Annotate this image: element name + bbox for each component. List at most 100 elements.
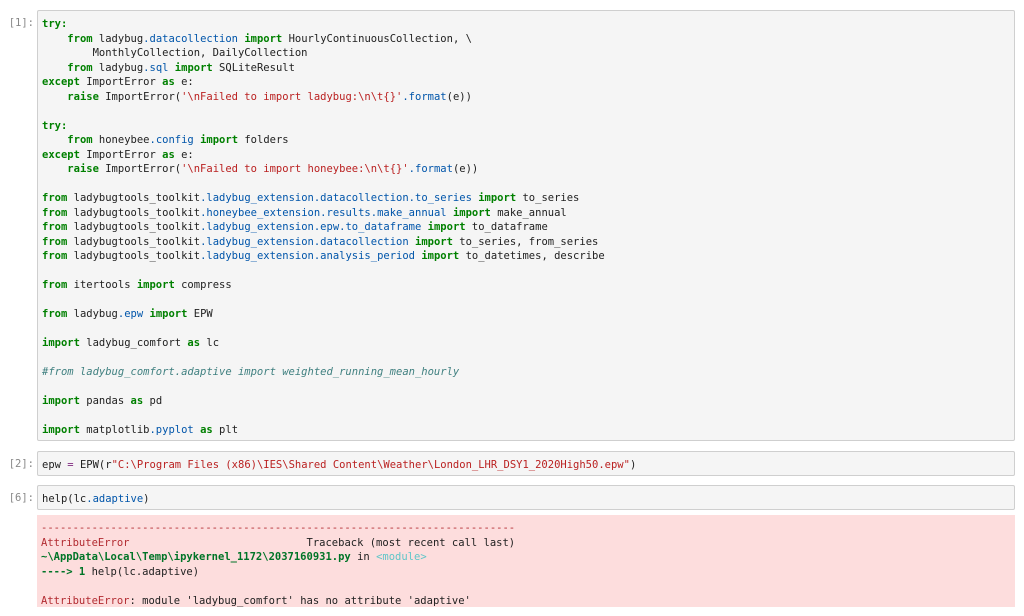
code-token: import xyxy=(149,308,188,320)
code-token: ) xyxy=(143,493,150,505)
code-line: from ladybug.datacollection import Hourl… xyxy=(42,32,1014,47)
code-token: import xyxy=(136,279,175,291)
code-token: from xyxy=(42,192,68,204)
code-token: ladybugtools_toolkit xyxy=(67,192,201,204)
code-token: .format xyxy=(408,163,453,175)
code-line: from honeybee.config import folders xyxy=(42,133,1014,148)
code-token: itertools xyxy=(67,279,137,291)
code-line: except ImportError as e: xyxy=(42,148,1014,163)
code-token: try: xyxy=(42,119,68,132)
code-token: try: xyxy=(42,18,68,30)
code-token: EPW(r xyxy=(73,459,112,471)
code-token: help(lc xyxy=(42,493,87,505)
code-line: import pandas as pd xyxy=(42,394,1014,409)
code-line: from ladybugtools_toolkit.ladybug_extens… xyxy=(42,249,1014,264)
code-token: raise xyxy=(67,90,99,103)
code-token: .sql xyxy=(143,61,169,74)
code-token: epw xyxy=(42,459,68,471)
code-token: import xyxy=(244,32,283,45)
code-token: except xyxy=(42,148,80,161)
code-token: '\nFailed to import ladybug:\n\t{}' xyxy=(181,90,403,103)
code-line: epw = EPW(r"C:\Program Files (x86)\IES\S… xyxy=(42,458,1014,473)
cell-prompt: [1]: xyxy=(8,17,34,29)
code-token: to_dataframe xyxy=(465,221,548,233)
code-editor[interactable]: help(lc.adaptive) xyxy=(37,485,1015,510)
code-token: pd xyxy=(143,395,163,407)
code-token: ImportError xyxy=(79,148,163,161)
code-token: Traceback (most recent call last) xyxy=(129,536,516,549)
code-token: import xyxy=(415,235,453,248)
code-line: from ladybugtools_toolkit.ladybug_extens… xyxy=(42,220,1014,235)
code-token: from xyxy=(42,221,68,233)
code-line: import ladybug_comfort as lc xyxy=(42,336,1014,351)
code-editor[interactable]: epw = EPW(r"C:\Program Files (x86)\IES\S… xyxy=(37,451,1015,476)
code-token: .ladybug_extension.analysis_period xyxy=(200,250,415,262)
code-token: AttributeError xyxy=(41,594,130,607)
code-token: import xyxy=(174,61,213,74)
code-token: import xyxy=(427,221,466,233)
code-line: import matplotlib.pyplot as plt xyxy=(42,423,1014,438)
code-token: HourlyContinuousCollection, \ xyxy=(282,32,472,45)
code-token: plt xyxy=(212,424,239,436)
code-line: raise ImportError('\nFailed to import la… xyxy=(42,90,1014,105)
code-line: AttributeError Traceback (most recent ca… xyxy=(41,536,1015,551)
code-token: import xyxy=(452,206,491,219)
code-token: from xyxy=(67,61,93,74)
code-token: except xyxy=(42,76,80,88)
code-token: import xyxy=(478,192,517,204)
code-token: as xyxy=(130,395,144,407)
code-token: ladybugtools_toolkit xyxy=(67,206,201,219)
code-token: from xyxy=(42,279,68,291)
code-token: compress xyxy=(174,279,232,291)
code-token: .format xyxy=(402,90,447,103)
code-token: .ladybug_extension.datacollection.to_ser… xyxy=(200,192,472,204)
code-token: as xyxy=(200,424,213,436)
code-token: make_annual xyxy=(490,206,567,219)
code-token: .ladybug_extension.epw.to_dataframe xyxy=(200,221,422,233)
code-token: ladybugtools_toolkit xyxy=(67,235,201,248)
code-token: : module 'ladybug_comfort' has no attrib… xyxy=(129,594,471,607)
code-token: AttributeError xyxy=(41,536,130,549)
code-token: matplotlib xyxy=(79,424,150,436)
code-token: .pyplot xyxy=(149,424,194,436)
code-token: ImportError xyxy=(79,76,163,88)
code-line: from ladybugtools_toolkit.ladybug_extens… xyxy=(42,235,1014,250)
code-token: .datacollection xyxy=(143,32,238,45)
code-token: ladybug xyxy=(92,61,144,74)
code-token: .ladybug_extension.datacollection xyxy=(200,235,409,248)
code-token: from xyxy=(67,134,93,146)
code-token: ----> 1 xyxy=(41,565,86,578)
code-token: as xyxy=(162,148,175,161)
code-token: .epw xyxy=(117,308,144,320)
code-token: "C:\Program Files (x86)\IES\Shared Conte… xyxy=(111,459,630,471)
code-token: #from ladybug_comfort.adaptive import we… xyxy=(42,366,460,378)
code-token: from xyxy=(67,32,93,45)
code-token: import xyxy=(421,250,460,262)
code-token: ladybug_comfort xyxy=(79,337,188,349)
code-token: ) xyxy=(629,459,637,471)
code-line: ----------------------------------------… xyxy=(41,521,1015,536)
code-token: ladybug xyxy=(92,32,144,45)
code-line: from ladybugtools_toolkit.honeybee_exten… xyxy=(42,206,1014,221)
code-token: .config xyxy=(149,134,194,146)
code-token: import xyxy=(42,424,80,436)
code-editor[interactable]: try: from ladybug.datacollection import … xyxy=(37,10,1015,441)
code-line: MonthlyCollection, DailyCollection xyxy=(42,46,1014,61)
code-token: '\nFailed to import honeybee:\n\t{}' xyxy=(181,163,409,175)
code-token: from xyxy=(42,235,68,248)
code-token: ImportError( xyxy=(98,163,182,175)
code-line: from ladybug.epw import EPW xyxy=(42,307,1014,322)
code-token: e: xyxy=(174,148,194,161)
code-line: raise ImportError('\nFailed to import ho… xyxy=(42,162,1014,177)
code-token: to_series, from_series xyxy=(452,235,599,248)
code-token: <module> xyxy=(376,551,427,563)
code-token: to_datetimes, describe xyxy=(459,250,605,262)
code-token: (e)) xyxy=(452,163,479,175)
code-token: in xyxy=(350,551,377,563)
